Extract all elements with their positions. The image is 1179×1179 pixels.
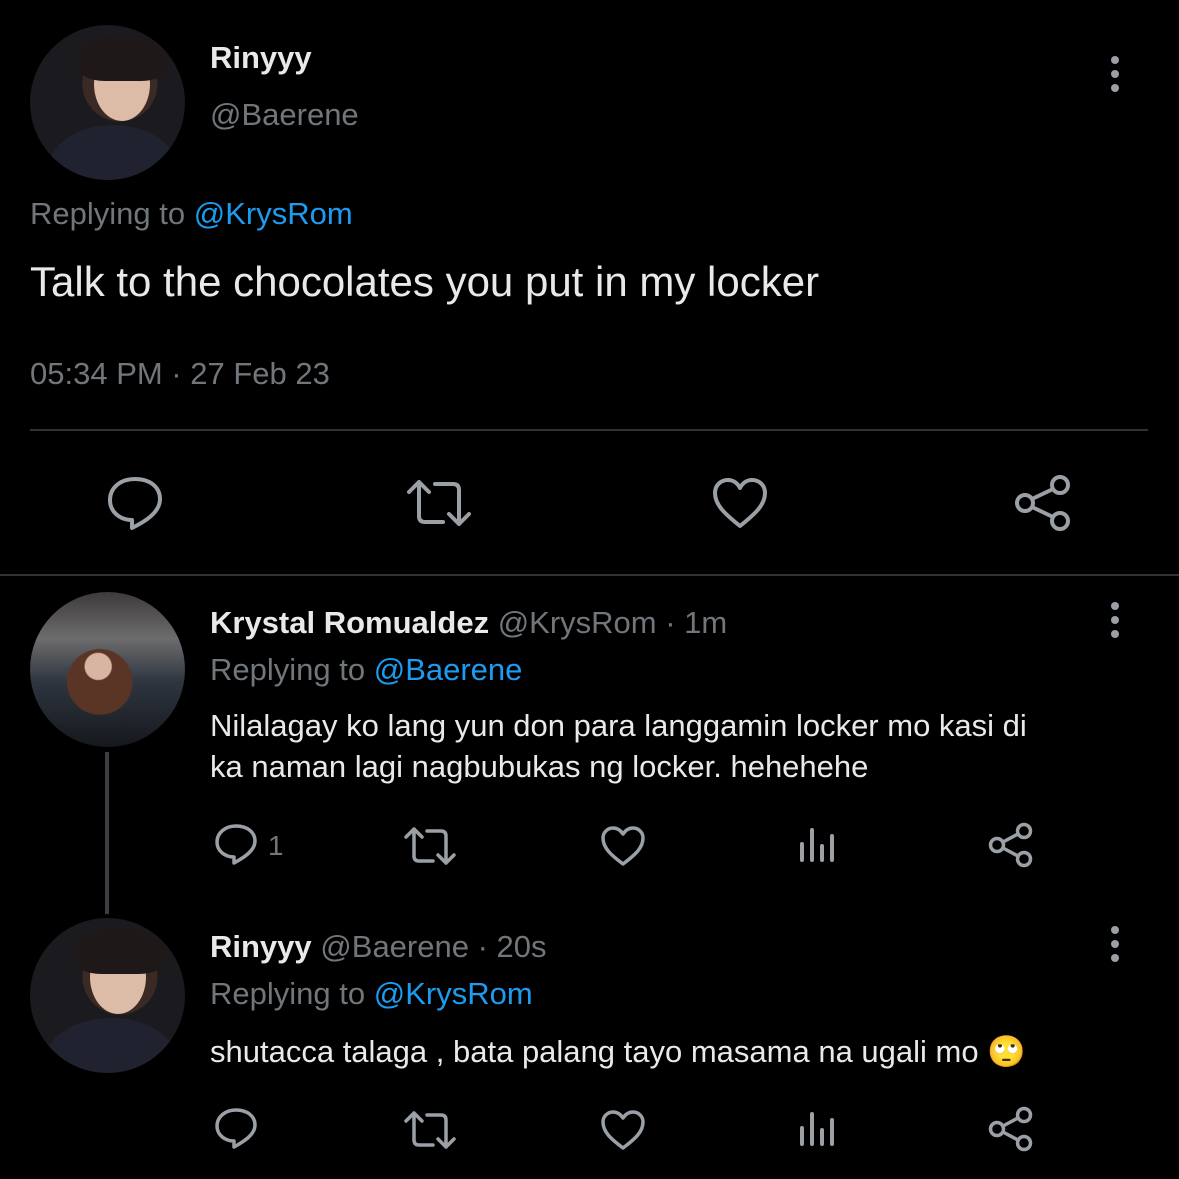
like-icon[interactable]: [600, 1109, 646, 1151]
share-icon[interactable]: [1014, 474, 1072, 532]
like-icon[interactable]: [600, 825, 646, 867]
handle-time[interactable]: @KrysRom · 1m: [498, 605, 728, 640]
reply-icon[interactable]: [214, 1107, 258, 1149]
timestamp[interactable]: 05:34 PM · 27 Feb 23: [30, 356, 330, 392]
divider: [30, 429, 1148, 431]
display-name[interactable]: Krystal Romualdez: [210, 605, 489, 640]
replying-handle-link[interactable]: @Baerene: [374, 652, 523, 687]
tweet-text: Talk to the chocolates you put in my loc…: [30, 258, 820, 305]
replying-handle-link[interactable]: @KrysRom: [374, 976, 533, 1011]
replying-prefix: Replying to: [210, 976, 366, 1011]
more-options-icon[interactable]: [1108, 926, 1122, 966]
reply-icon[interactable]: [214, 823, 258, 865]
avatar[interactable]: [30, 25, 185, 180]
reply-count: 1: [268, 830, 284, 861]
thread-line: [105, 752, 109, 914]
display-name[interactable]: Rinyyy: [210, 929, 312, 964]
analytics-icon[interactable]: [798, 1110, 836, 1148]
display-name[interactable]: Rinyyy: [210, 40, 312, 76]
retweet-icon[interactable]: [403, 1110, 457, 1150]
replying-prefix: Replying to: [30, 196, 186, 231]
reply-header: Rinyyy @Baerene · 20s: [210, 929, 547, 965]
replying-to: Replying to @KrysRom: [210, 976, 533, 1012]
avatar[interactable]: [30, 592, 185, 747]
reply-header: Krystal Romualdez @KrysRom · 1m: [210, 605, 727, 641]
replying-to: Replying to @Baerene: [210, 652, 522, 688]
share-icon[interactable]: [988, 1106, 1034, 1152]
share-icon[interactable]: [988, 822, 1034, 868]
avatar[interactable]: [30, 918, 185, 1073]
retweet-icon[interactable]: [403, 826, 457, 866]
more-options-icon[interactable]: [1108, 602, 1122, 642]
reply-text-line: Nilalagay ko lang yun don para langgamin…: [210, 708, 1027, 743]
divider: [0, 574, 1179, 576]
like-icon[interactable]: [711, 476, 769, 530]
analytics-icon[interactable]: [798, 826, 836, 864]
reply-text-line: shutacca talaga , bata palang tayo masam…: [210, 1034, 1026, 1069]
replying-handle-link[interactable]: @KrysRom: [194, 196, 353, 231]
handle-time[interactable]: @Baerene · 20s: [320, 929, 546, 964]
more-options-icon[interactable]: [1108, 56, 1122, 96]
handle[interactable]: @Baerene: [210, 97, 359, 133]
retweet-icon[interactable]: [405, 478, 473, 528]
reply-text-line: ka naman lagi nagbubukas ng locker. hehe…: [210, 749, 869, 784]
replying-to: Replying to @KrysRom: [30, 196, 353, 232]
reply-icon[interactable]: [106, 475, 164, 531]
replying-prefix: Replying to: [210, 652, 366, 687]
